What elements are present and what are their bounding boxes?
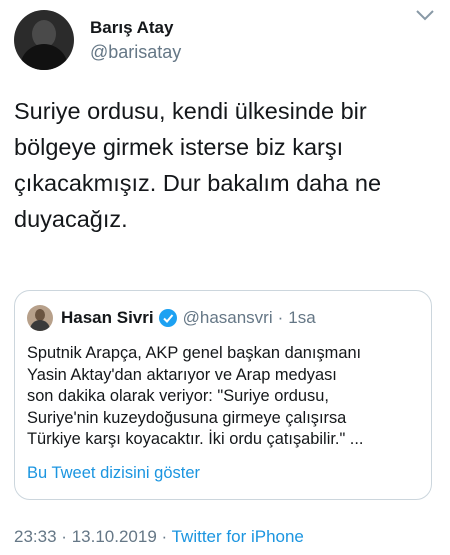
tweet-source-link[interactable]: Twitter for iPhone (172, 527, 304, 546)
quoted-tweet-card[interactable]: Hasan Sivri @hasansvri · 1sa Sputnik Ara… (14, 290, 432, 500)
quoted-separator: · (277, 308, 284, 327)
quoted-author-name: Hasan Sivri (61, 308, 154, 327)
quoted-avatar-body-shape (30, 320, 50, 331)
author-handle[interactable]: @barisatay (90, 42, 181, 63)
quoted-author-handle: @hasansvri (182, 308, 273, 327)
quoted-tweet-text: Sputnik Arapça, AKP genel başkan danışma… (27, 344, 364, 448)
tweet-meta: 23:33 · 13.10.2019 · Twitter for iPhone (14, 527, 304, 547)
show-thread-link[interactable]: Bu Tweet dizisini göster (27, 464, 200, 483)
quoted-tweet-header: Hasan Sivri @hasansvri · 1sa (27, 305, 316, 331)
meta-separator-1: · (61, 527, 67, 546)
author-names: Barış Atay @barisatay (90, 18, 181, 63)
quoted-author-avatar (27, 305, 53, 331)
tweet-author[interactable]: Barış Atay @barisatay (14, 0, 181, 80)
chevron-down-icon[interactable] (414, 8, 436, 22)
author-display-name[interactable]: Barış Atay (90, 18, 181, 38)
meta-separator-2: · (161, 527, 168, 546)
quoted-timestamp: 1sa (288, 308, 316, 327)
tweet-time: 23:33 (14, 527, 57, 546)
tweet-date: 13.10.2019 (71, 527, 157, 546)
avatar-body-shape (20, 44, 68, 70)
tweet-text: Suriye ordusu, kendi ülkesinde bir bölge… (14, 98, 382, 232)
author-avatar[interactable] (14, 10, 74, 70)
verified-badge-icon (158, 309, 177, 327)
